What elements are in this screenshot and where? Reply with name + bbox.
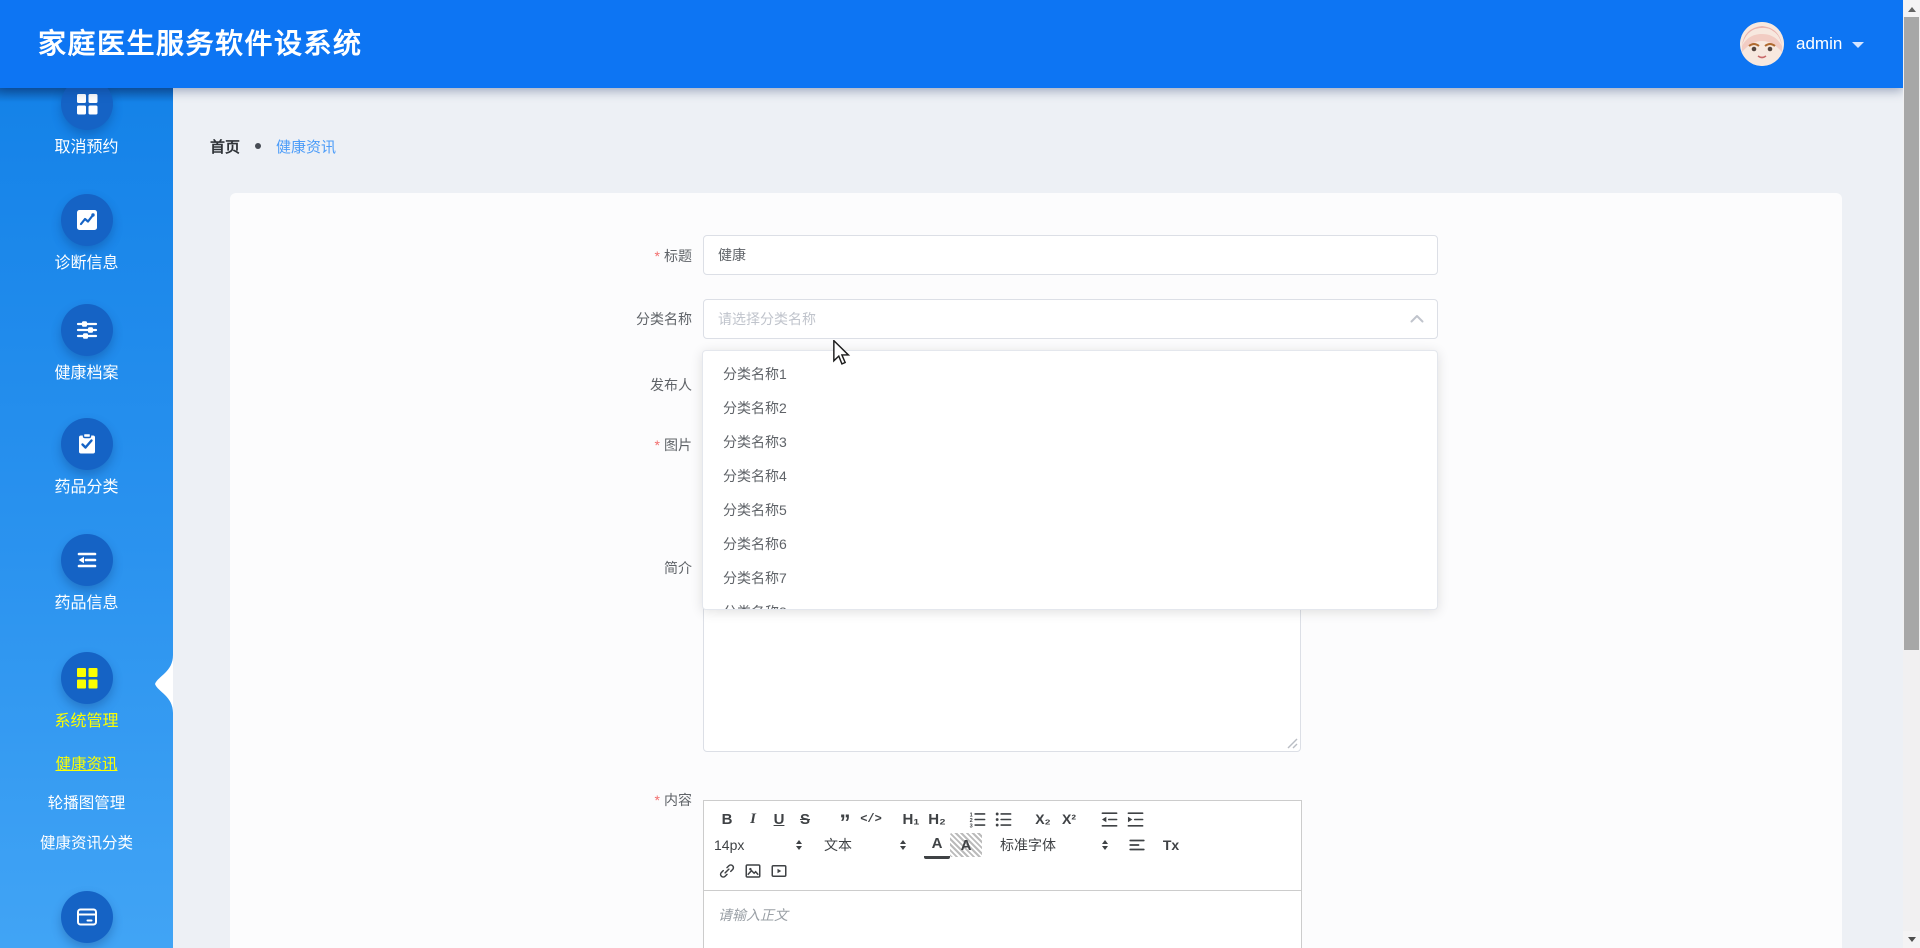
stepper-icon [796, 837, 802, 853]
app-header: 家庭医生服务软件设系统 admin [0, 0, 1903, 88]
video-icon[interactable] [766, 859, 792, 883]
dropdown-option[interactable]: 分类名称1 [703, 357, 1437, 391]
bullet-list-button[interactable] [990, 807, 1016, 831]
sidebar-label: 取消预约 [54, 139, 119, 156]
user-avatar[interactable] [1740, 22, 1784, 66]
sidebar-item-diagnosis-info[interactable]: 诊断信息 [0, 194, 173, 273]
code-block-button[interactable]: </> [858, 807, 884, 831]
clear-format-button[interactable]: Tx [1158, 833, 1184, 857]
dropdown-option[interactable]: 分类名称2 [703, 391, 1437, 425]
category-label: 分类名称 [636, 311, 692, 327]
app-title: 家庭医生服务软件设系统 [38, 28, 363, 59]
outdent-button[interactable] [1096, 807, 1122, 831]
breadcrumb: 首页 健康资讯 [210, 135, 336, 157]
image-label: * 图片 [654, 437, 692, 453]
sidebar-item-drug-category[interactable]: 药品分类 [0, 418, 173, 497]
header1-button[interactable]: H₁ [898, 807, 924, 831]
sidebar-label: 诊断信息 [54, 255, 119, 272]
ordered-list-button[interactable]: 123 [964, 807, 990, 831]
card-icon [60, 891, 113, 943]
active-item-notch [152, 655, 173, 713]
editor-placeholder: 请输入正文 [718, 907, 788, 923]
superscript-button[interactable]: X² [1056, 807, 1082, 831]
font-size-picker[interactable]: 14px [714, 837, 802, 853]
font-family-picker[interactable]: 标准字体 [1000, 835, 1108, 855]
dropdown-option[interactable]: 分类名称5 [703, 493, 1437, 527]
stepper-icon [1102, 837, 1108, 853]
chevron-up-icon [1410, 315, 1424, 323]
subscript-button[interactable]: X₂ [1030, 807, 1056, 831]
dropdown-option[interactable]: 分类名称6 [703, 527, 1437, 561]
title-input[interactable] [703, 235, 1438, 275]
scrollbar-down-button[interactable] [1903, 931, 1920, 948]
link-icon[interactable] [714, 859, 740, 883]
dropdown-option[interactable]: 分类名称4 [703, 459, 1437, 493]
scrollbar-thumb[interactable] [1904, 17, 1919, 650]
indent-button[interactable] [1122, 807, 1148, 831]
dropdown-option[interactable]: 分类名称3 [703, 425, 1437, 459]
sliders-icon [60, 304, 113, 356]
chart-icon [60, 194, 113, 246]
scrollbar-up-button[interactable] [1903, 0, 1920, 17]
avatar-image [1740, 22, 1784, 66]
align-button[interactable] [1124, 833, 1150, 857]
dropdown-option[interactable]: 分类名称7 [703, 561, 1437, 595]
breadcrumb-separator-icon [255, 143, 262, 149]
sidebar-item-health-records[interactable]: 健康档案 [0, 304, 173, 383]
stepper-icon [900, 837, 906, 853]
app-window: 家庭医生服务软件设系统 admin 取消预约 诊断信息 健康档案 药品分类 药品… [0, 0, 1920, 948]
dropdown-option[interactable]: 分类名称8 [703, 595, 1437, 609]
title-label: * 标题 [654, 248, 692, 264]
sidebar-item-cancel-appointment[interactable]: 取消预约 [0, 88, 173, 157]
editor-body[interactable]: 请输入正文 [704, 891, 1301, 939]
svg-text:3: 3 [969, 823, 972, 829]
publisher-label: 发布人 [650, 377, 692, 393]
sidebar-label: 健康档案 [54, 365, 119, 382]
category-dropdown-panel: 分类名称1 分类名称2 分类名称3 分类名称4 分类名称5 分类名称6 分类名称… [702, 350, 1438, 610]
sidebar-subitem-carousel-management[interactable]: 轮播图管理 [0, 794, 173, 814]
sidebar-item-drug-info[interactable]: 药品信息 [0, 534, 173, 613]
category-select-placeholder: 请选择分类名称 [718, 311, 816, 327]
window-scrollbar[interactable] [1903, 0, 1920, 948]
sidebar-label: 药品分类 [54, 479, 119, 496]
text-style-picker[interactable]: 文本 [824, 835, 906, 855]
required-asterisk: * [654, 248, 660, 264]
strikethrough-button[interactable]: S [792, 807, 818, 831]
required-asterisk: * [654, 792, 660, 808]
italic-button[interactable]: I [740, 807, 766, 831]
sidebar-subitem-health-news[interactable]: 健康资讯 [0, 755, 173, 775]
rich-text-editor: B I U S ” </> H₁ H₂ 123 X₂ X² 14px 文本 A … [703, 800, 1302, 948]
username-menu[interactable]: admin [1796, 0, 1842, 88]
intro-label: 简介 [664, 560, 692, 576]
grid-icon-active [60, 652, 113, 704]
sidebar-nav: 取消预约 诊断信息 健康档案 药品分类 药品信息 系统管理 健康资讯 轮播图管理… [0, 88, 173, 948]
sidebar-subitem-health-news-category[interactable]: 健康资讯分类 [0, 834, 173, 854]
breadcrumb-home[interactable]: 首页 [210, 136, 240, 157]
breadcrumb-current[interactable]: 健康资讯 [276, 136, 336, 157]
clipboard-check-icon [60, 418, 113, 470]
text-color-button[interactable]: A [924, 832, 950, 859]
list-arrow-icon [60, 534, 113, 586]
sidebar-label: 药品信息 [54, 595, 119, 612]
header2-button[interactable]: H₂ [924, 807, 950, 831]
image-icon[interactable] [740, 859, 766, 883]
editor-toolbar: B I U S ” </> H₁ H₂ 123 X₂ X² 14px 文本 A … [704, 801, 1301, 891]
content-label: * 内容 [654, 792, 692, 808]
underline-button[interactable]: U [766, 807, 792, 831]
category-select[interactable]: 请选择分类名称 [703, 299, 1438, 339]
user-dropdown-caret-icon [1852, 42, 1864, 54]
required-asterisk: * [654, 437, 660, 453]
blockquote-button[interactable]: ” [832, 803, 858, 835]
grid-icon [60, 88, 113, 130]
bold-button[interactable]: B [714, 807, 740, 831]
sidebar-item-bottom[interactable] [0, 891, 173, 943]
sidebar-label-active: 系统管理 [54, 713, 119, 730]
sidebar-item-system-management[interactable]: 系统管理 [0, 652, 173, 731]
highlight-color-button[interactable]: A [950, 833, 982, 857]
